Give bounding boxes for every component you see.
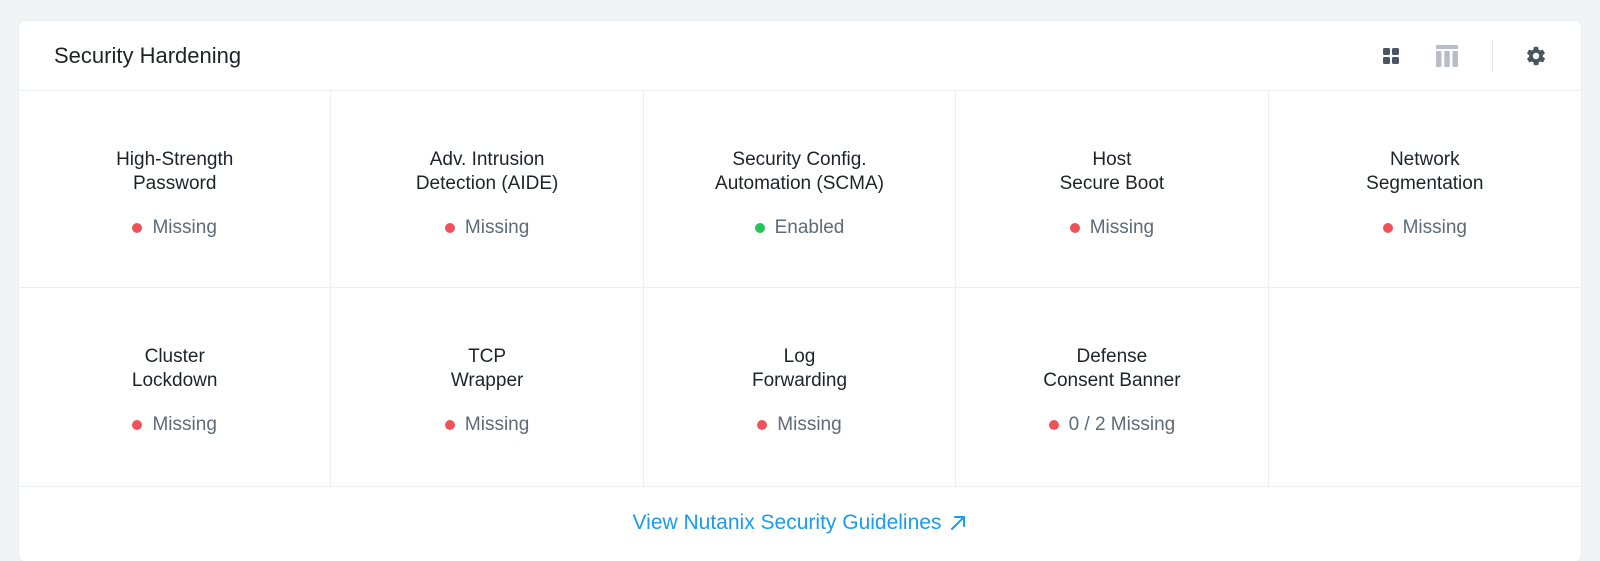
status-indicator: Missing bbox=[444, 414, 530, 436]
status-text: Enabled bbox=[774, 217, 845, 238]
settings-button[interactable] bbox=[1519, 39, 1553, 73]
external-arrow-icon bbox=[951, 516, 966, 530]
tile-title: Defense Consent Banner bbox=[1043, 346, 1181, 391]
security-guidelines-link[interactable]: View Nutanix Security Guidelines bbox=[633, 511, 968, 535]
hardening-grid: High-Strength Password Missing Adv. Intr… bbox=[19, 91, 1581, 487]
header-divider bbox=[1492, 39, 1493, 72]
status-text: Missing bbox=[1089, 217, 1155, 238]
table-view-button[interactable] bbox=[1430, 39, 1464, 73]
tile-title: Host Secure Boot bbox=[1059, 149, 1165, 194]
status-dot bbox=[1382, 223, 1393, 233]
tile-title: Network Segmentation bbox=[1366, 149, 1484, 194]
tile-scma: Security Config. Automation (SCMA) Enabl… bbox=[643, 91, 957, 288]
status-dot bbox=[132, 420, 143, 430]
grid-view-icon bbox=[1383, 47, 1399, 64]
status-text: Missing bbox=[777, 414, 842, 435]
tile-tcp-wrapper: TCP Wrapper Missing bbox=[331, 288, 644, 486]
status-indicator: Missing bbox=[1069, 217, 1155, 239]
status-text: Missing bbox=[1402, 217, 1467, 238]
status-dot bbox=[1048, 420, 1059, 430]
status-dot bbox=[444, 420, 455, 430]
link-label: View Nutanix Security Guidelines bbox=[632, 511, 942, 534]
status-indicator: Enabled bbox=[754, 217, 845, 239]
tile-host-secure-boot: Host Secure Boot Missing bbox=[956, 91, 1269, 288]
status-indicator: 0 / 2 Missing bbox=[1048, 414, 1176, 436]
status-text: 0 / 2 Missing bbox=[1068, 414, 1176, 435]
tile-cluster-lockdown: Cluster Lockdown Missing bbox=[19, 288, 332, 486]
status-indicator: Missing bbox=[444, 217, 530, 239]
status-dot bbox=[132, 223, 143, 233]
status-dot bbox=[754, 223, 765, 233]
security-hardening-card: Security Hardening High-Strength Passwor… bbox=[19, 21, 1581, 561]
empty-tile bbox=[1269, 288, 1581, 486]
status-indicator: Missing bbox=[132, 414, 217, 436]
grid-view-button[interactable] bbox=[1374, 39, 1408, 73]
tile-log-forwarding: Log Forwarding Missing bbox=[644, 288, 957, 486]
status-text: Missing bbox=[464, 414, 530, 435]
gear-icon bbox=[1527, 46, 1546, 65]
status-dot bbox=[757, 420, 768, 430]
table-view-icon bbox=[1436, 44, 1458, 67]
tile-title: TCP Wrapper bbox=[450, 346, 524, 391]
tile-title: Cluster Lockdown bbox=[131, 346, 218, 391]
card-header: Security Hardening bbox=[19, 21, 1581, 91]
card-footer: View Nutanix Security Guidelines bbox=[19, 487, 1581, 561]
status-text: Missing bbox=[152, 217, 217, 238]
status-indicator: Missing bbox=[132, 217, 217, 239]
tile-network-segmentation: Network Segmentation Missing bbox=[1268, 91, 1581, 288]
status-text: Missing bbox=[152, 414, 217, 435]
header-actions bbox=[1374, 21, 1553, 90]
tile-defense-consent-banner: Defense Consent Banner 0 / 2 Missing bbox=[956, 288, 1269, 486]
status-dot bbox=[1069, 223, 1080, 233]
tile-title: Adv. Intrusion Detection (AIDE) bbox=[415, 149, 559, 194]
status-indicator: Missing bbox=[1382, 217, 1467, 239]
status-indicator: Missing bbox=[757, 414, 842, 436]
status-text: Missing bbox=[464, 217, 530, 238]
tile-title: High-Strength Password bbox=[116, 149, 234, 194]
status-dot bbox=[444, 223, 455, 233]
tile-aide: Adv. Intrusion Detection (AIDE) Missing bbox=[331, 91, 644, 288]
panel-title: Security Hardening bbox=[54, 42, 242, 68]
tile-high-strength-password: High-Strength Password Missing bbox=[19, 91, 332, 288]
tile-title: Log Forwarding bbox=[751, 346, 848, 391]
tile-title: Security Config. Automation (SCMA) bbox=[715, 149, 884, 194]
